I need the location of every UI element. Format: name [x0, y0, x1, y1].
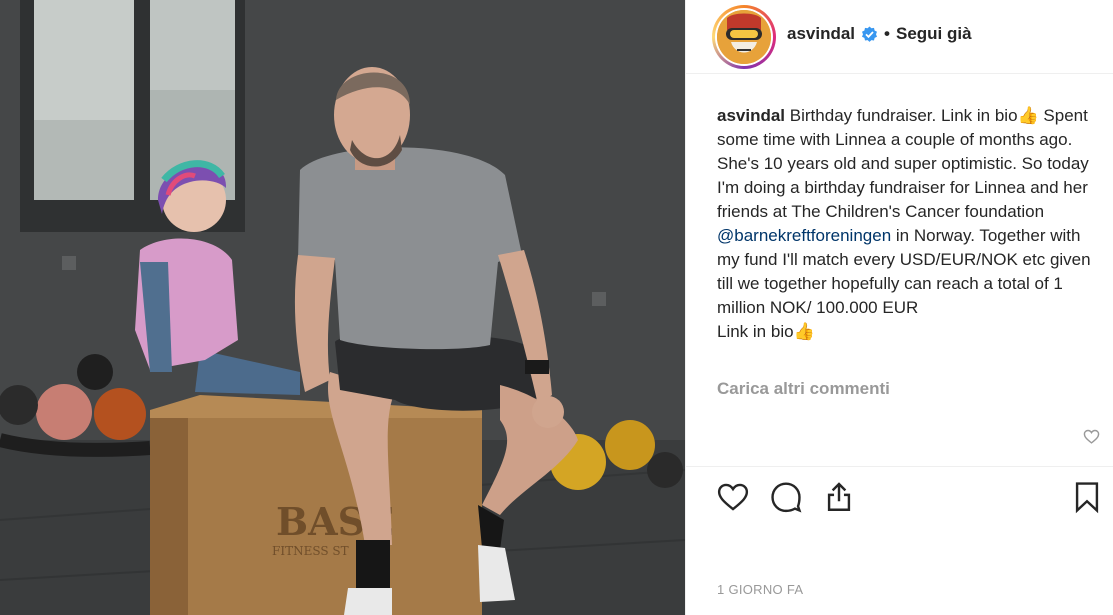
post-caption: asvindal Birthday fundraiser. Link in bi…: [717, 104, 1102, 344]
action-bar: [686, 466, 1113, 526]
post-photo[interactable]: BASE FITNESS ST: [0, 0, 685, 615]
username-link[interactable]: asvindal: [787, 24, 855, 44]
caption-like-heart-icon[interactable]: [1083, 428, 1100, 445]
avatar-image: [717, 10, 771, 64]
caption-text-3: Link in bio👍: [717, 322, 815, 341]
caption-username[interactable]: asvindal: [717, 106, 785, 125]
mention-link[interactable]: @barnekreftforeningen: [717, 226, 891, 245]
load-more-comments-button[interactable]: Carica altri commenti: [717, 379, 890, 399]
separator-dot: •: [884, 24, 890, 43]
box-logo-sub: FITNESS ST: [272, 544, 349, 558]
bookmark-icon[interactable]: [1070, 480, 1104, 514]
post-sidebar: asvindal • Segui già asvindal Birthday f…: [685, 0, 1113, 615]
following-button[interactable]: Segui già: [896, 24, 972, 44]
photo-scene: BASE FITNESS ST: [0, 0, 685, 615]
share-icon[interactable]: [822, 480, 856, 514]
post-timestamp[interactable]: 1 GIORNO FA: [717, 582, 803, 597]
post-header: asvindal • Segui già: [686, 0, 1113, 74]
heart-icon[interactable]: [716, 480, 750, 514]
verified-badge-icon: [861, 26, 878, 43]
comment-icon[interactable]: [769, 480, 803, 514]
avatar[interactable]: [712, 5, 776, 69]
